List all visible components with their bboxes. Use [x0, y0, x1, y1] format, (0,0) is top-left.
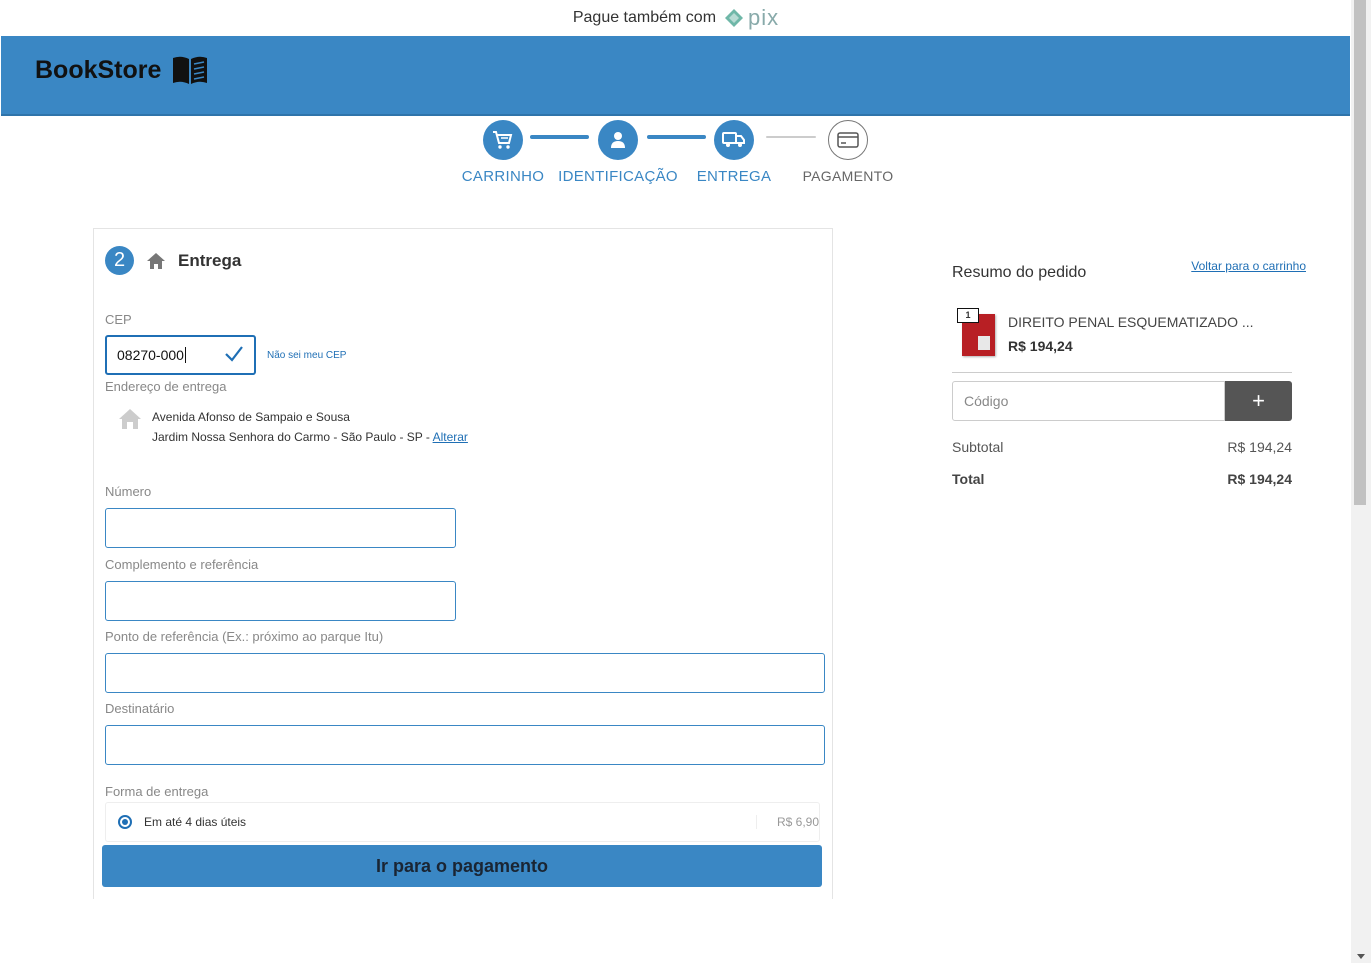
step-label: PAGAMENTO: [802, 168, 894, 184]
complemento-label: Complemento e referência: [105, 557, 259, 572]
brand-name: BookStore: [35, 55, 162, 84]
total-value: R$ 194,24: [1227, 471, 1292, 487]
complemento-input[interactable]: [105, 581, 456, 621]
open-book-icon: [173, 56, 208, 84]
address-line1: Avenida Afonso de Sampaio e Sousa: [152, 410, 350, 424]
subtotal-value: R$ 194,24: [1227, 439, 1292, 455]
subtotal-row: Subtotal R$ 194,24: [952, 439, 1292, 455]
pix-logo-text: pix: [748, 5, 780, 30]
home-icon: [147, 252, 165, 269]
address-line2: Jardim Nossa Senhora do Carmo - São Paul…: [152, 430, 433, 444]
summary-title: Resumo do pedido: [952, 264, 1087, 281]
page-scrollbar[interactable]: [1351, 0, 1371, 963]
delivery-header: 2 Entrega: [105, 246, 241, 275]
shipping-option[interactable]: Em até 4 dias úteis R$ 6,90: [105, 802, 820, 842]
destinatario-label: Destinatário: [105, 701, 175, 716]
scrollbar-thumb[interactable]: [1354, 0, 1366, 505]
pix-banner: Pague também com pix: [0, 0, 1352, 36]
total-label: Total: [952, 471, 985, 487]
item-price: R$ 194,24: [1008, 338, 1073, 354]
checkout-steps: CARRINHO IDENTIFICAÇÃO ENTREGA PAGAMENTO: [0, 118, 1352, 198]
coupon-placeholder: Código: [964, 393, 1009, 409]
section-number-badge: 2: [105, 246, 134, 275]
site-header: BookStore: [1, 36, 1350, 116]
cep-input[interactable]: 08270-000: [105, 335, 256, 375]
address-label: Endereço de entrega: [105, 379, 227, 394]
truck-icon: [714, 120, 754, 160]
destinatario-input[interactable]: [105, 725, 825, 765]
subtotal-label: Subtotal: [952, 439, 1004, 455]
cep-help-link[interactable]: Não sei meu CEP: [267, 350, 346, 361]
check-icon: [225, 346, 243, 362]
change-address-link[interactable]: Alterar: [433, 430, 468, 444]
section-title: Entrega: [178, 250, 242, 270]
user-icon: [598, 120, 638, 160]
referencia-input[interactable]: [105, 653, 825, 693]
cart-item: 1 DIREITO PENAL ESQUEMATIZADO ... R$ 194…: [952, 306, 1292, 373]
delivery-address: Avenida Afonso de Sampaio e Sousa Jardim…: [118, 407, 468, 447]
numero-label: Número: [105, 484, 152, 499]
item-quantity-badge: 1: [957, 308, 979, 323]
credit-card-icon: [828, 120, 868, 160]
cep-label: CEP: [105, 312, 132, 327]
back-to-cart-link[interactable]: Voltar para o carrinho: [1191, 259, 1306, 273]
pix-logo: pix: [724, 5, 779, 31]
shipping-price: R$ 6,90: [756, 815, 819, 829]
go-to-payment-button[interactable]: Ir para o pagamento: [102, 845, 822, 887]
scroll-down-arrow-icon[interactable]: [1357, 954, 1365, 959]
brand-logo[interactable]: BookStore: [35, 54, 209, 86]
shipping-option-label: Em até 4 dias úteis: [144, 815, 247, 829]
cep-value: 08270-000: [117, 347, 184, 363]
referencia-label: Ponto de referência (Ex.: próximo ao par…: [105, 629, 384, 644]
house-icon: [119, 409, 141, 429]
delivery-panel: 2 Entrega CEP 08270-000 Não sei meu CEP …: [93, 228, 833, 899]
total-row: Total R$ 194,24: [952, 471, 1292, 487]
pix-diamond-icon: [725, 9, 744, 27]
add-coupon-button[interactable]: +: [1225, 381, 1292, 421]
cart-icon: [483, 120, 523, 160]
shipping-radio[interactable]: [118, 815, 132, 829]
coupon-code-input[interactable]: Código: [952, 381, 1225, 421]
item-name: DIREITO PENAL ESQUEMATIZADO ...: [1008, 314, 1254, 330]
text-cursor: [184, 347, 186, 363]
numero-input[interactable]: [105, 508, 456, 548]
pix-banner-text: Pague também com: [572, 9, 717, 26]
step-pagamento[interactable]: PAGAMENTO: [773, 120, 923, 184]
forma-entrega-label: Forma de entrega: [105, 784, 209, 799]
